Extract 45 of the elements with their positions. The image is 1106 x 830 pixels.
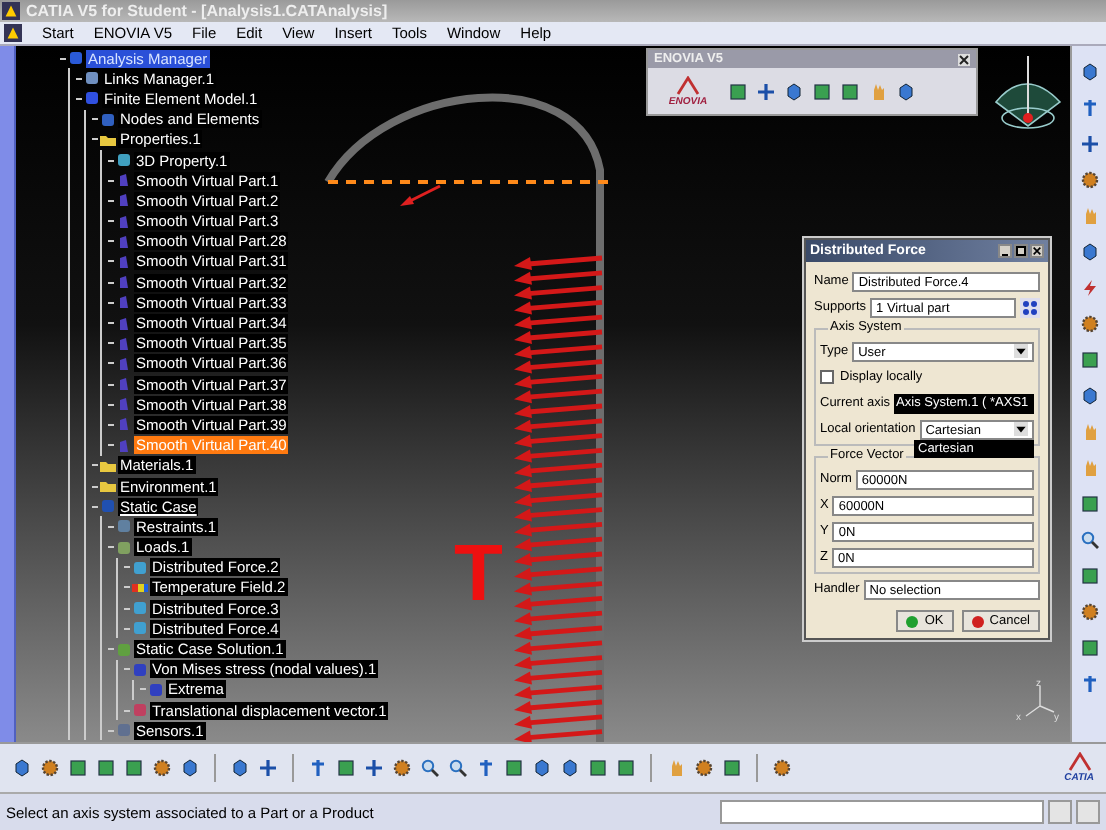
maximize-button[interactable] [1014,244,1028,258]
compass-drawing [995,55,1061,129]
square-icon[interactable] [728,81,748,101]
square-icon[interactable] [1079,566,1099,586]
window-title: CATIA V5 for Student - [Analysis1.CATAnalysis] [26,2,388,20]
square-icon[interactable] [336,758,356,778]
logo-icon [676,75,700,95]
gear-icon[interactable] [40,758,60,778]
square-icon[interactable] [1079,350,1099,370]
square-icon[interactable] [96,758,116,778]
selection-icon[interactable] [1020,297,1040,317]
gear-icon[interactable] [152,758,172,778]
app-icon[interactable] [4,24,22,42]
tree-scrollbar[interactable] [0,46,16,742]
close-icon[interactable] [958,53,970,65]
bolt-icon[interactable] [1079,278,1099,298]
minimize-button[interactable] [998,244,1012,258]
caret-icon[interactable] [1014,344,1028,358]
gear-icon[interactable] [772,758,792,778]
zoom-icon[interactable] [1079,530,1099,550]
square-icon[interactable] [1079,494,1099,514]
square-icon[interactable] [588,758,608,778]
square-icon[interactable] [68,758,88,778]
checkbox[interactable] [820,370,834,384]
gear-icon[interactable] [1079,314,1099,334]
square-icon[interactable] [840,81,860,101]
close-button[interactable] [1030,244,1044,258]
square-icon[interactable] [504,758,524,778]
square-icon[interactable] [722,758,742,778]
logo-icon [1067,752,1092,772]
zoom-icon[interactable] [448,758,468,778]
square-icon[interactable] [616,758,636,778]
gear-icon[interactable] [1079,170,1099,190]
gear-icon[interactable] [1079,602,1099,622]
gradient-icon [132,579,148,596]
zoom-icon[interactable] [420,758,440,778]
gear-icon[interactable] [392,758,412,778]
gear-icon[interactable] [694,758,714,778]
marker-label: T [454,534,503,614]
square-icon[interactable] [812,81,832,101]
command-field[interactable] [720,800,1044,824]
square-icon[interactable] [1079,638,1099,658]
caret-icon[interactable] [1014,422,1028,436]
square-icon[interactable] [124,758,144,778]
app-icon [2,2,20,20]
